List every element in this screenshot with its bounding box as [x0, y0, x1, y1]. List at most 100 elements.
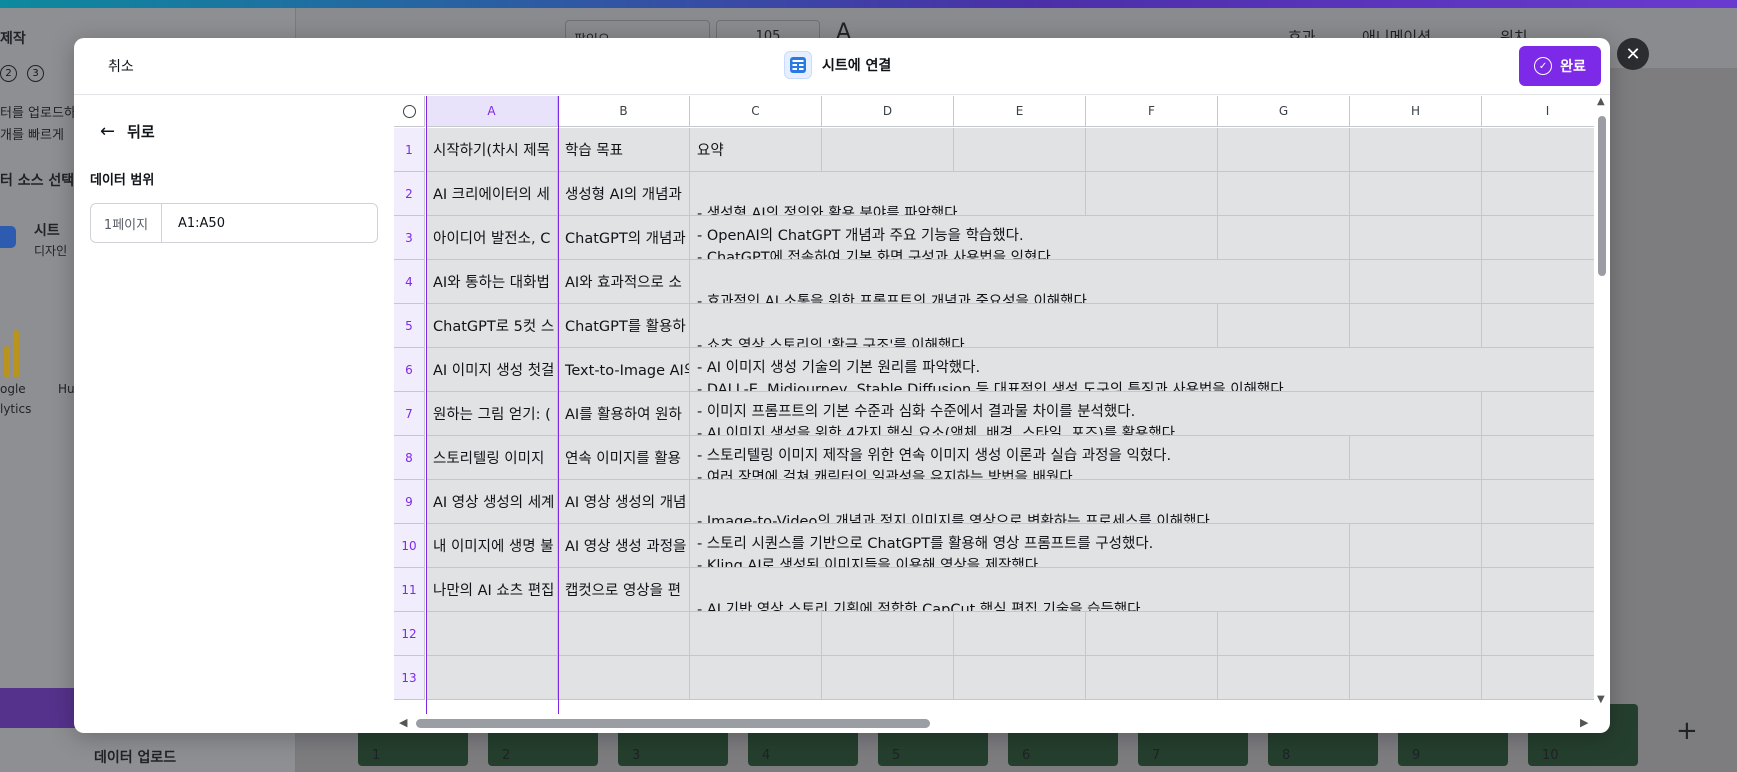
table-cell[interactable]: 아이디어 발전소, C: [426, 216, 558, 260]
table-cell[interactable]: [1350, 304, 1482, 348]
table-cell[interactable]: [1218, 172, 1350, 216]
row-header[interactable]: 11: [394, 568, 425, 612]
summary-cell[interactable]: - 스토리텔링 이미지 제작을 위한 연속 이미지 생성 이론과 실습 과정을 …: [690, 436, 1350, 480]
row-header[interactable]: 10: [394, 524, 425, 568]
table-cell[interactable]: [1350, 656, 1482, 700]
table-cell[interactable]: [1086, 172, 1218, 216]
table-cell[interactable]: [1350, 612, 1482, 656]
page-selector[interactable]: 1페이지: [91, 204, 162, 242]
table-cell[interactable]: [558, 656, 690, 700]
table-cell[interactable]: [690, 656, 822, 700]
scroll-down-icon[interactable]: ▼: [1597, 694, 1605, 705]
table-cell[interactable]: [1218, 656, 1350, 700]
row-header[interactable]: 5: [394, 304, 425, 348]
column-header-g[interactable]: G: [1218, 96, 1350, 127]
table-cell[interactable]: 시작하기(차시 제목: [426, 128, 558, 172]
table-cell[interactable]: [1350, 568, 1482, 612]
scroll-right-icon[interactable]: ▶: [1580, 716, 1588, 729]
table-cell[interactable]: [1350, 216, 1482, 260]
summary-cell[interactable]: - 쇼츠 영상 스토리의 '황금 구조'를 이해했다.: [690, 304, 1218, 348]
table-cell[interactable]: [1482, 656, 1603, 700]
table-cell[interactable]: 스토리텔링 이미지: [426, 436, 558, 480]
table-cell[interactable]: AI 영상 생성 과정을: [558, 524, 690, 568]
table-cell[interactable]: [558, 612, 690, 656]
column-header-d[interactable]: D: [822, 96, 954, 127]
table-cell[interactable]: AI를 활용하여 원하: [558, 392, 690, 436]
row-header[interactable]: 4: [394, 260, 425, 304]
table-cell[interactable]: [1218, 612, 1350, 656]
range-input[interactable]: [162, 204, 362, 242]
summary-cell[interactable]: - 효과적인 AI 소통을 위한 프롬프트의 개념과 중요성을 이해했다.: [690, 260, 1350, 304]
spreadsheet-grid[interactable]: A B C D E F G H I 1 시작하기(차시 제목 학습 목표 요약 2 AI 크리에이터의 세 생…: [394, 96, 1603, 714]
table-cell[interactable]: AI 크리에이터의 세: [426, 172, 558, 216]
table-cell[interactable]: [1086, 656, 1218, 700]
table-cell[interactable]: [1482, 436, 1603, 480]
table-cell[interactable]: ChatGPT로 5컷 스: [426, 304, 558, 348]
table-cell[interactable]: ChatGPT의 개념과: [558, 216, 690, 260]
table-cell[interactable]: 학습 목표: [558, 128, 690, 172]
table-cell[interactable]: [1218, 128, 1350, 172]
table-cell[interactable]: [954, 656, 1086, 700]
summary-cell[interactable]: - AI 기반 영상 스토리 기획에 적합한 CapCut 핵심 편집 기술을 …: [690, 568, 1350, 612]
table-cell[interactable]: [1482, 568, 1603, 612]
table-cell[interactable]: ChatGPT를 활용하: [558, 304, 690, 348]
row-header[interactable]: 7: [394, 392, 425, 436]
scroll-up-icon[interactable]: ▲: [1597, 96, 1605, 107]
table-cell[interactable]: [1482, 612, 1603, 656]
column-header-f[interactable]: F: [1086, 96, 1218, 127]
summary-cell[interactable]: - 생성형 AI의 정의와 활용 분야를 파악했다.: [690, 172, 1086, 216]
table-cell[interactable]: AI 영상 생성의 세계: [426, 480, 558, 524]
table-cell[interactable]: [1218, 304, 1350, 348]
table-cell[interactable]: [1482, 524, 1603, 568]
table-cell[interactable]: [1086, 612, 1218, 656]
table-cell[interactable]: [426, 656, 558, 700]
table-cell[interactable]: [1482, 392, 1603, 436]
table-cell[interactable]: [1086, 128, 1218, 172]
table-cell[interactable]: AI 이미지 생성 첫걸: [426, 348, 558, 392]
row-header[interactable]: 6: [394, 348, 425, 392]
table-cell[interactable]: 생성형 AI의 개념과: [558, 172, 690, 216]
row-header[interactable]: 12: [394, 612, 425, 656]
column-header-h[interactable]: H: [1350, 96, 1482, 127]
summary-cell[interactable]: - 이미지 프롬프트의 기본 수준과 심화 수준에서 결과물 차이를 분석했다.…: [690, 392, 1482, 436]
column-header-c[interactable]: C: [690, 96, 822, 127]
column-header-e[interactable]: E: [954, 96, 1086, 127]
close-icon[interactable]: ✕: [1617, 38, 1649, 70]
table-cell[interactable]: Text-to-Image AI의: [558, 348, 690, 392]
summary-cell[interactable]: - 스토리 시퀀스를 기반으로 ChatGPT를 활용해 영상 프롬프트를 구성…: [690, 524, 1350, 568]
table-cell[interactable]: [1350, 260, 1482, 304]
summary-cell[interactable]: - Image-to-Video의 개념과 정지 이미지를 영상으로 변환하는 …: [690, 480, 1482, 524]
table-cell[interactable]: AI 영상 생성의 개념: [558, 480, 690, 524]
table-cell[interactable]: [690, 612, 822, 656]
column-header-b[interactable]: B: [558, 96, 690, 127]
summary-cell[interactable]: - AI 이미지 생성 기술의 기본 원리를 파악했다. - DALL-E, Mi…: [690, 348, 1603, 392]
back-button[interactable]: ← 뒤로: [100, 121, 155, 142]
table-cell[interactable]: [822, 128, 954, 172]
table-cell[interactable]: [1482, 216, 1603, 260]
table-cell[interactable]: [822, 612, 954, 656]
table-cell[interactable]: 연속 이미지를 활용: [558, 436, 690, 480]
table-cell[interactable]: [1482, 304, 1603, 348]
row-header[interactable]: 1: [394, 128, 425, 172]
table-cell[interactable]: [1218, 216, 1350, 260]
select-all-icon[interactable]: [394, 96, 425, 127]
summary-cell[interactable]: - OpenAI의 ChatGPT 개념과 주요 기능을 학습했다. - Chat…: [690, 216, 1218, 260]
table-cell[interactable]: [954, 128, 1086, 172]
horizontal-scrollbar[interactable]: ◀ ▶: [394, 714, 1594, 733]
table-cell[interactable]: AI와 효과적으로 소: [558, 260, 690, 304]
table-cell[interactable]: [954, 612, 1086, 656]
table-cell[interactable]: AI와 통하는 대화법: [426, 260, 558, 304]
column-header-a[interactable]: A: [426, 96, 558, 127]
table-cell[interactable]: 요약: [690, 128, 822, 172]
table-cell[interactable]: [1482, 128, 1603, 172]
table-cell[interactable]: [1482, 260, 1603, 304]
row-header[interactable]: 2: [394, 172, 425, 216]
horizontal-scroll-thumb[interactable]: [416, 719, 930, 728]
table-cell[interactable]: [1482, 480, 1603, 524]
row-header[interactable]: 3: [394, 216, 425, 260]
column-header-i[interactable]: I: [1482, 96, 1603, 127]
done-button[interactable]: ✓ 완료: [1519, 46, 1601, 86]
row-header[interactable]: 8: [394, 436, 425, 480]
table-cell[interactable]: [1350, 524, 1482, 568]
table-cell[interactable]: [1482, 172, 1603, 216]
